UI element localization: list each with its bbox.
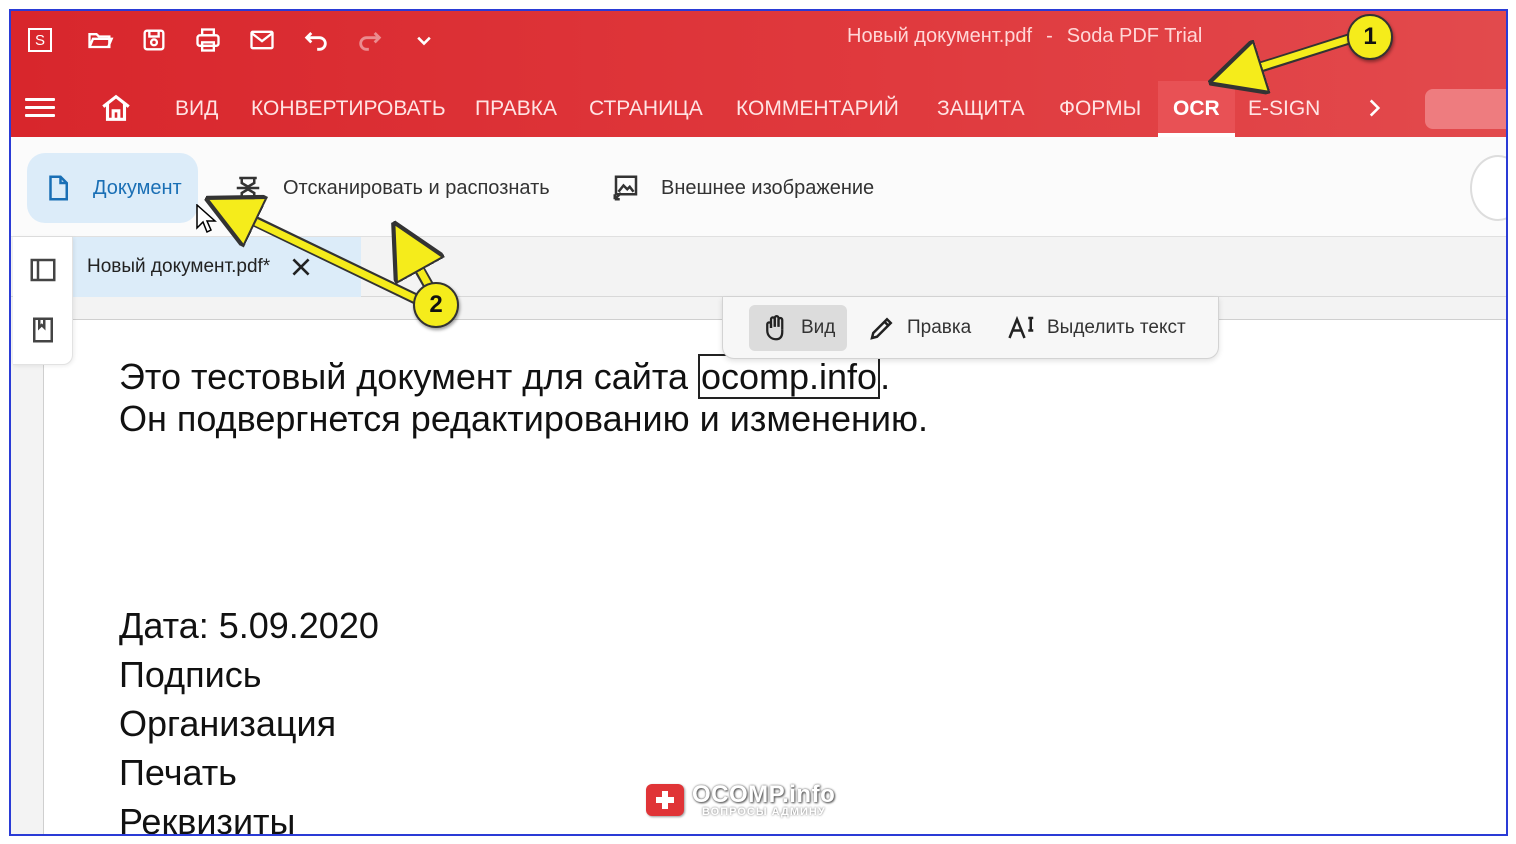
document-tab[interactable]: Новый документ.pdf*	[73, 237, 361, 297]
search-box[interactable]	[1425, 89, 1506, 129]
selected-text-highlight[interactable]: ocomp.info	[697, 354, 881, 399]
tab-comment[interactable]: КОММЕНТАРИЙ	[736, 81, 899, 137]
tab-page[interactable]: СТРАНИЦА	[589, 81, 703, 137]
first-aid-icon	[646, 784, 684, 816]
edit-mode-label: Правка	[907, 317, 972, 338]
document-viewer[interactable]: Это тестовый документ для сайта ocomp.in…	[11, 297, 1506, 836]
document-button[interactable]: Документ	[27, 153, 198, 223]
panel-toggle-icon[interactable]	[28, 255, 58, 285]
title-bar: S Новый документ.pdf - Soda PDF Trial ВИ…	[11, 11, 1506, 137]
app-logo: S	[28, 28, 52, 52]
hand-icon	[766, 315, 784, 341]
chevron-down-icon[interactable]	[407, 23, 441, 57]
tab-edit[interactable]: ПРАВКА	[475, 81, 557, 137]
document-date: Дата: 5.09.2020	[119, 605, 379, 646]
ribbon-overflow-button[interactable]	[1470, 155, 1506, 221]
title-separator: -	[1046, 25, 1053, 47]
print-icon[interactable]	[191, 23, 225, 57]
document-requisites: Реквизиты	[119, 801, 296, 836]
image-import-icon	[613, 175, 638, 201]
save-icon[interactable]	[137, 23, 171, 57]
title-app-name: Soda PDF Trial	[1066, 25, 1203, 47]
document-signature: Подпись	[119, 654, 262, 695]
pdf-page[interactable]: Это тестовый документ для сайта ocomp.in…	[43, 319, 1506, 836]
watermark-brand: OCOMP.info	[692, 780, 836, 808]
undo-icon[interactable]	[299, 23, 333, 57]
tab-convert[interactable]: КОНВЕРТИРОВАТЬ	[251, 81, 446, 137]
pencil-icon	[870, 317, 893, 340]
left-side-panel	[13, 237, 73, 365]
scan-recognize-label: Отсканировать и распознать	[283, 176, 550, 199]
select-text-button[interactable]: Выделить текст	[995, 305, 1198, 351]
chevron-right-icon[interactable]	[1361, 93, 1387, 123]
scanner-icon	[236, 176, 260, 200]
ribbon-tabs: ВИД КОНВЕРТИРОВАТЬ ПРАВКА СТРАНИЦА КОММЕ…	[11, 81, 1506, 137]
title-document-name: Новый документ.pdf	[847, 25, 1033, 47]
hamburger-menu-icon[interactable]	[25, 93, 55, 123]
external-image-button[interactable]: Внешнее изображение	[595, 153, 890, 223]
close-icon[interactable]	[288, 254, 314, 280]
document-stamp: Печать	[119, 752, 237, 793]
view-mode-label: Вид	[801, 317, 836, 338]
mouse-cursor-icon	[196, 204, 217, 234]
document-organization: Организация	[119, 703, 337, 744]
watermark-logo: OCOMP.info ВОПРОСЫ АДМИНУ	[646, 778, 835, 822]
edit-mode-button[interactable]: Правка	[855, 305, 983, 351]
text-select-icon	[1008, 315, 1034, 339]
annotation-step-2: 2	[413, 282, 459, 328]
ocr-ribbon: Документ Отсканировать и распознать Внеш…	[11, 137, 1506, 237]
window-title: Новый документ.pdf - Soda PDF Trial	[847, 25, 1202, 48]
tab-view[interactable]: ВИД	[175, 81, 218, 137]
redo-icon[interactable]	[353, 23, 387, 57]
home-icon[interactable]	[99, 91, 133, 125]
document-tab-strip: Новый документ.pdf*	[11, 237, 1506, 297]
select-text-label: Выделить текст	[1047, 317, 1186, 338]
document-icon	[49, 175, 68, 201]
document-button-label: Документ	[93, 176, 182, 199]
tab-ocr[interactable]: OCR	[1158, 81, 1235, 137]
tab-forms[interactable]: ФОРМЫ	[1059, 81, 1141, 137]
mode-toolbar: Вид Правка Выделить текст	[722, 297, 1219, 359]
external-image-label: Внешнее изображение	[661, 176, 875, 199]
bookmark-icon[interactable]	[28, 315, 58, 345]
view-mode-button[interactable]: Вид	[749, 305, 848, 351]
watermark-tagline: ВОПРОСЫ АДМИНУ	[702, 805, 826, 818]
document-line-1: Это тестовый документ для сайта ocomp.in…	[119, 354, 891, 399]
tab-esign[interactable]: E-SIGN	[1248, 81, 1320, 137]
document-tab-name: Новый документ.pdf*	[87, 256, 271, 277]
scan-recognize-button[interactable]: Отсканировать и распознать	[217, 153, 566, 223]
mail-icon[interactable]	[245, 23, 279, 57]
app-window: S Новый документ.pdf - Soda PDF Trial ВИ…	[9, 9, 1508, 836]
line1-period: .	[880, 356, 891, 397]
tab-security[interactable]: ЗАЩИТА	[937, 81, 1025, 137]
line1-text: Это тестовый документ для сайта	[119, 356, 698, 397]
document-line-2: Он подвергнется редактированию и изменен…	[119, 398, 928, 439]
annotation-step-1: 1	[1347, 14, 1393, 60]
open-folder-icon[interactable]	[83, 23, 117, 57]
